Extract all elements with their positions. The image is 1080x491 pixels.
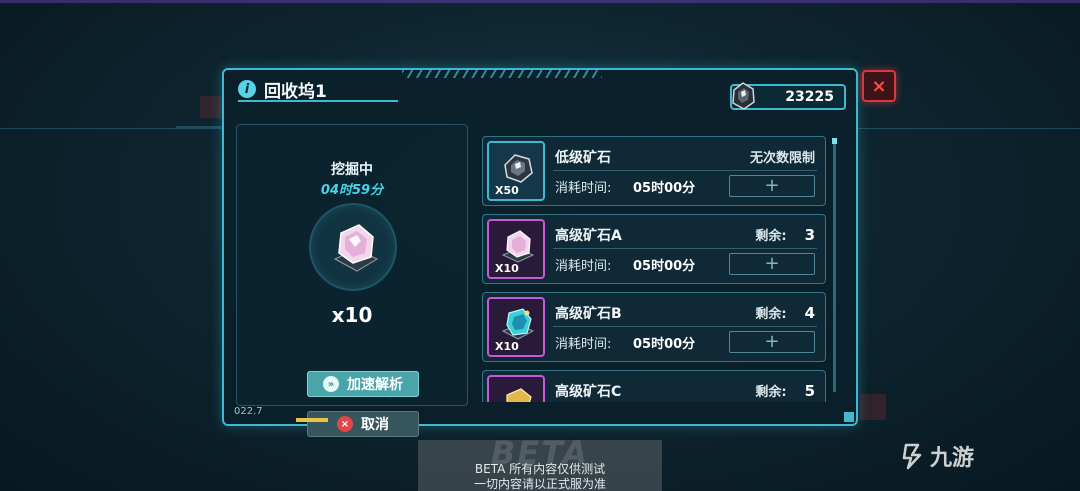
mining-status-section: 挖掘中 04时59分 x10 » 加速解析 × 取消 bbox=[236, 124, 468, 437]
add-button[interactable]: + bbox=[729, 175, 815, 197]
site-watermark: 九游 bbox=[898, 440, 974, 472]
item-remaining-label: 剩余: bbox=[755, 229, 787, 244]
currency-display: 23225 bbox=[730, 82, 846, 110]
beta-notice: BETA BETA 所有内容仅供测试 一切内容请以正式服为准 bbox=[418, 434, 662, 491]
cancel-icon: × bbox=[337, 416, 353, 432]
ore-list[interactable]: X50 低级矿石 无次数限制 消耗时间: 05时00分 + X10 高级矿石A … bbox=[470, 130, 840, 402]
ore-list-item[interactable]: X10 高级矿石B 剩余: 4 消耗时间: 05时00分 + bbox=[482, 292, 826, 362]
item-divider bbox=[553, 170, 817, 171]
add-button[interactable]: + bbox=[729, 331, 815, 353]
item-time-value: 05时00分 bbox=[633, 181, 696, 196]
speed-up-icon: » bbox=[323, 376, 339, 392]
beta-line-2: 一切内容请以正式服为准 bbox=[473, 477, 606, 491]
ore-list-item[interactable]: X10 高级矿石A 剩余: 3 消耗时间: 05时00分 + bbox=[482, 214, 826, 284]
item-icon-frame: X50 bbox=[487, 141, 545, 201]
item-remaining: 剩余: 5 bbox=[755, 381, 815, 400]
item-name: 高级矿石B bbox=[555, 306, 622, 322]
item-limit-label: 无次数限制 bbox=[749, 151, 815, 166]
dark-ore-icon bbox=[504, 154, 533, 183]
item-time-value: 05时00分 bbox=[633, 259, 696, 274]
item-icon-frame bbox=[487, 375, 545, 402]
mining-time-left: 04时59分 bbox=[320, 183, 384, 198]
nine-game-logo-icon bbox=[902, 443, 922, 470]
ore-currency-icon bbox=[732, 82, 755, 110]
list-scroll-thumb[interactable] bbox=[832, 138, 837, 144]
item-time-label: 消耗时间: bbox=[555, 337, 612, 352]
mining-quantity: x10 bbox=[331, 303, 373, 327]
item-qty: X50 bbox=[495, 184, 519, 197]
tab-indicator bbox=[296, 418, 328, 422]
speed-up-label: 加速解析 bbox=[347, 377, 403, 393]
cancel-button[interactable]: × 取消 bbox=[307, 411, 419, 437]
pink-crystal-icon bbox=[333, 224, 379, 272]
item-qty: X10 bbox=[495, 262, 519, 275]
item-remaining-count: 5 bbox=[804, 382, 815, 400]
page-title: 回收坞1 bbox=[264, 81, 327, 102]
item-divider bbox=[553, 326, 817, 327]
item-remaining: 剩余: 4 bbox=[755, 303, 815, 322]
currency-value: 23225 bbox=[785, 89, 834, 105]
item-time-value: 05时00分 bbox=[633, 337, 696, 352]
corner-decoration bbox=[844, 412, 854, 422]
title-decoration bbox=[402, 70, 602, 78]
info-icon[interactable]: i bbox=[238, 80, 256, 98]
version-label: 022.7 bbox=[234, 406, 263, 417]
ore-list-item[interactable]: 高级矿石C 剩余: 5 bbox=[482, 370, 826, 402]
cancel-label: 取消 bbox=[361, 417, 389, 433]
item-remaining-label: 剩余: bbox=[755, 307, 787, 322]
list-scrollbar[interactable] bbox=[833, 140, 836, 392]
close-button[interactable]: × bbox=[862, 70, 896, 102]
recycle-dock-panel: i 回收坞1 23225 挖掘中 04时59分 x10 » 加速解析 × 取消 … bbox=[222, 68, 858, 437]
item-icon-frame: X10 bbox=[487, 219, 545, 279]
mining-status-label: 挖掘中 bbox=[331, 162, 373, 178]
mining-orb bbox=[309, 203, 397, 291]
item-remaining-count: 4 bbox=[804, 304, 815, 322]
item-name: 低级矿石 bbox=[555, 150, 611, 166]
item-limit: 无次数限制 bbox=[750, 147, 815, 166]
title-underline bbox=[238, 100, 398, 102]
item-time-label: 消耗时间: bbox=[555, 181, 612, 196]
item-remaining: 剩余: 3 bbox=[755, 225, 815, 244]
item-icon-frame: X10 bbox=[487, 297, 545, 357]
cyan-crystal-icon bbox=[501, 308, 535, 340]
ore-list-item[interactable]: X50 低级矿石 无次数限制 消耗时间: 05时00分 + bbox=[482, 136, 826, 206]
item-divider bbox=[553, 248, 817, 249]
item-name: 高级矿石C bbox=[555, 384, 622, 400]
pink-crystal-icon bbox=[501, 230, 535, 263]
item-remaining-label: 剩余: bbox=[755, 385, 787, 400]
item-remaining-count: 3 bbox=[804, 226, 815, 244]
speed-up-button[interactable]: » 加速解析 bbox=[307, 371, 419, 397]
gold-crystal-icon bbox=[506, 388, 532, 402]
item-name: 高级矿石A bbox=[555, 228, 622, 244]
site-watermark-text: 九游 bbox=[930, 446, 975, 471]
title-bar: i 回收坞1 bbox=[238, 76, 327, 102]
item-time-label: 消耗时间: bbox=[555, 259, 612, 274]
add-button[interactable]: + bbox=[729, 253, 815, 275]
item-qty: X10 bbox=[495, 340, 519, 353]
